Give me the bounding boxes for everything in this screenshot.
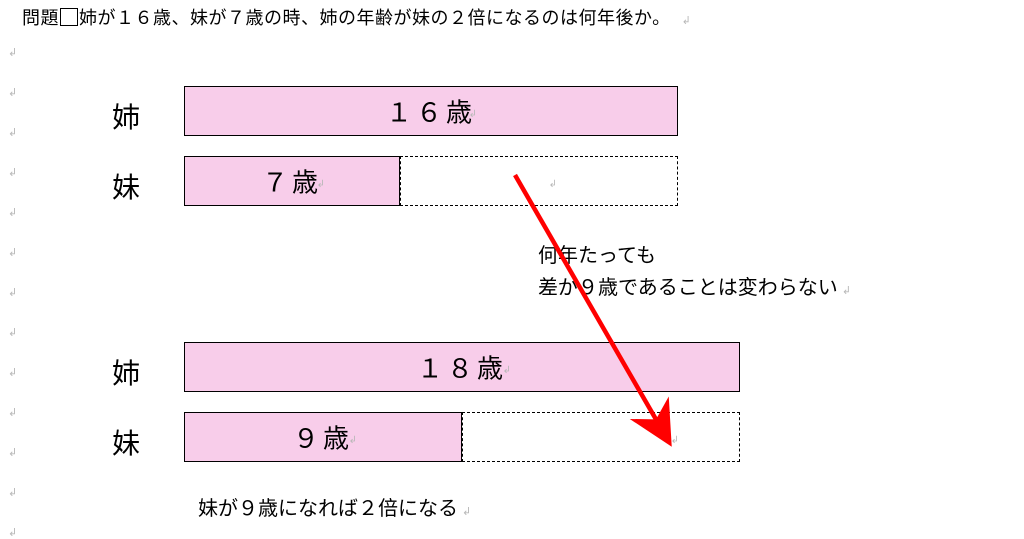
enter-mark-icon: ↲ <box>8 166 17 179</box>
enter-mark-icon: ↲ <box>8 286 17 299</box>
problem-line: 問題姉が１６歳、妹が７歳の時、姉の年齢が妹の２倍になるのは何年後か。 ↲ <box>22 4 691 30</box>
bar-elder-bottom-text: １８歳 <box>185 349 739 386</box>
enter-mark-icon: ↲ <box>8 326 17 339</box>
bar-younger-top: ７歳 ↲ <box>184 156 400 206</box>
bar-elder-top: １６歳 ↲ <box>184 86 678 136</box>
enter-mark-icon: ↲ <box>8 366 17 379</box>
enter-mark-icon: ↲ <box>8 206 17 219</box>
bar-elder-top-text: １６歳 <box>185 93 677 130</box>
bottom-note: 妹が９歳になれば２倍になる ↲ <box>198 492 471 521</box>
bar-younger-top-dashed: ↲ <box>400 156 678 206</box>
enter-mark-icon: ↲ <box>8 126 17 139</box>
label-elder-bottom: 姉 <box>112 352 140 392</box>
enter-mark-icon: ↲ <box>8 246 17 259</box>
enter-mark-icon: ↲ <box>671 435 679 446</box>
note-block: 何年たっても 差が９歳であることは変わらない ↲ <box>538 240 851 304</box>
enter-mark-icon: ↲ <box>462 506 471 518</box>
enter-mark-icon: ↲ <box>349 435 357 446</box>
note-line1: 何年たっても <box>538 240 851 272</box>
label-elder-top: 姉 <box>112 96 140 136</box>
label-younger-top: 妹 <box>112 166 140 206</box>
bar-younger-bottom-dashed: ↲ <box>462 412 740 462</box>
enter-mark-icon: ↲ <box>8 486 17 499</box>
bar-younger-bottom: ９歳 ↲ <box>184 412 462 462</box>
enter-mark-icon: ↲ <box>8 46 17 59</box>
enter-mark-icon: ↲ <box>682 15 692 27</box>
problem-prefix: 問題 <box>22 8 59 28</box>
label-younger-bottom: 妹 <box>112 422 140 462</box>
enter-mark-icon: ↲ <box>8 86 17 99</box>
bar-younger-top-text: ７歳 <box>185 163 399 200</box>
note-line2: 差が９歳であることは変わらない <box>538 277 838 299</box>
enter-mark-icon: ↲ <box>503 365 511 376</box>
enter-mark-icon: ↲ <box>549 179 557 190</box>
enter-mark-icon: ↲ <box>842 285 851 297</box>
enter-mark-icon: ↲ <box>8 446 17 459</box>
enter-mark-icon: ↲ <box>8 526 17 539</box>
bottom-note-text: 妹が９歳になれば２倍になる <box>198 498 458 520</box>
enter-mark-icon: ↲ <box>8 406 17 419</box>
enter-mark-icon: ↲ <box>469 109 477 120</box>
bar-elder-bottom: １８歳 ↲ <box>184 342 740 392</box>
bar-younger-bottom-text: ９歳 <box>185 419 461 456</box>
problem-text: 姉が１６歳、妹が７歳の時、姉の年齢が妹の２倍になるのは何年後か。 <box>79 8 671 28</box>
blank-box-icon <box>60 8 78 26</box>
enter-mark-icon: ↲ <box>317 179 325 190</box>
